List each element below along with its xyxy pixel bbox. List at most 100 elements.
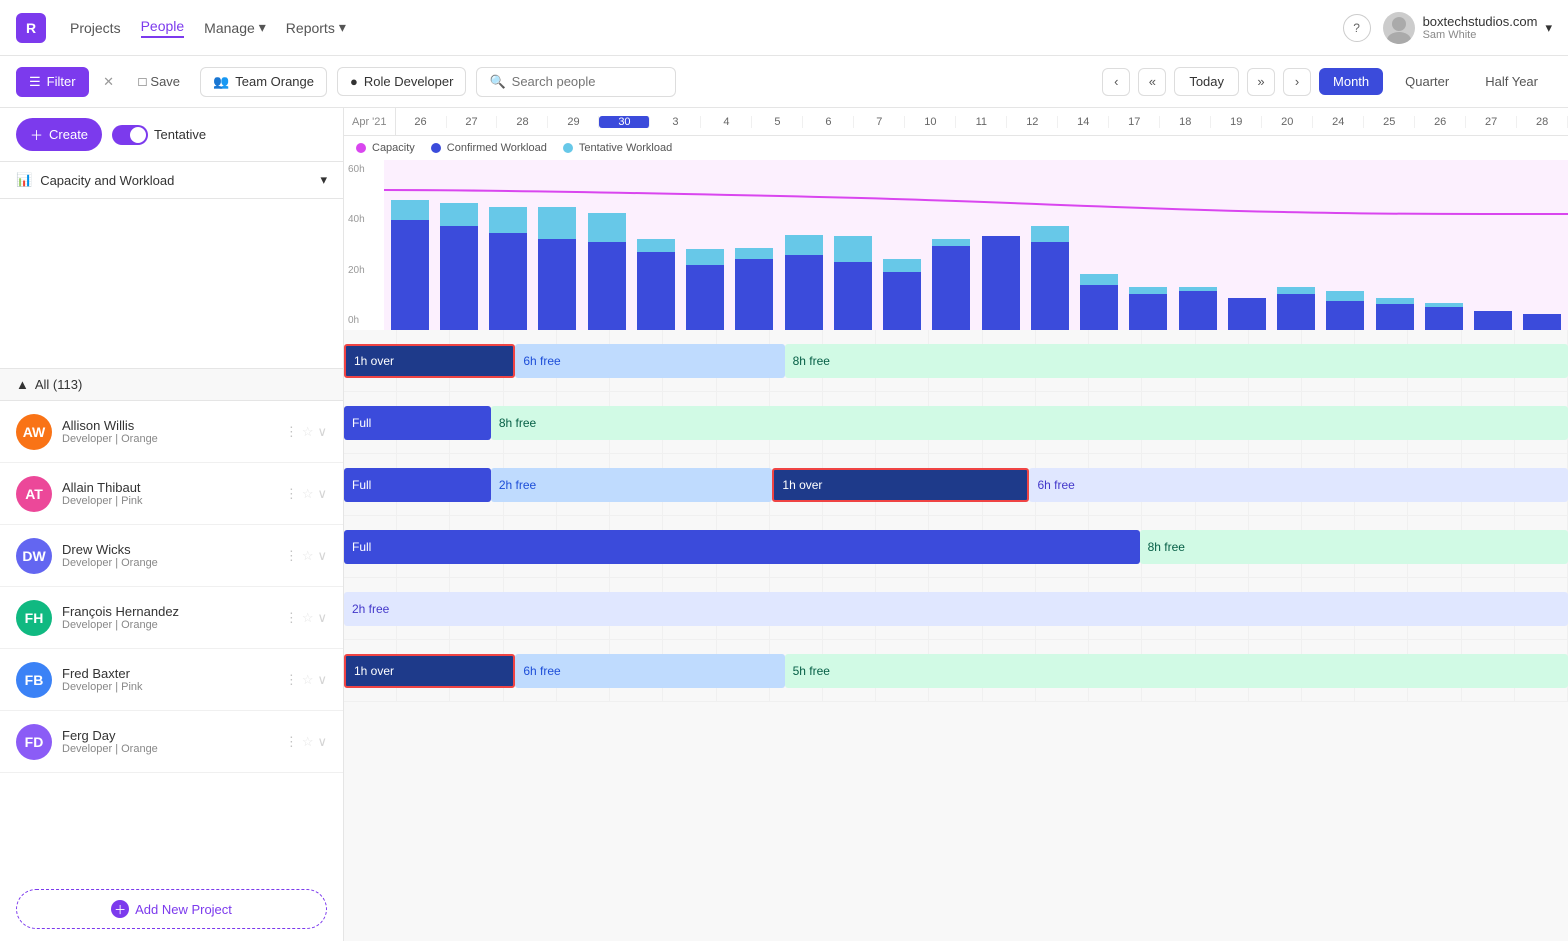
date-header: Apr '21 26272829303456710111214171819202… <box>344 108 1568 136</box>
bar-group <box>1322 160 1369 330</box>
expand-icon[interactable]: ∨ <box>317 424 327 440</box>
bar-group <box>977 160 1024 330</box>
prev-arrow[interactable]: ‹ <box>1102 68 1130 96</box>
app-logo[interactable]: R <box>16 13 46 43</box>
more-icon[interactable]: ⋮ <box>285 486 298 502</box>
search-box[interactable]: 🔍 <box>476 67 676 97</box>
role-filter[interactable]: ● Role Developer <box>337 67 466 96</box>
search-icon: 🔍 <box>489 74 505 90</box>
gantt-bar[interactable]: 2h free <box>491 468 773 502</box>
person-role: Developer | Orange <box>62 619 285 631</box>
person-actions: ⋮ ☆ ∨ <box>285 548 327 564</box>
star-icon[interactable]: ☆ <box>302 610 314 626</box>
chevron-down-icon: ▾ <box>339 19 346 36</box>
gantt-bar[interactable]: 5h free <box>785 654 1568 688</box>
star-icon[interactable]: ☆ <box>302 548 314 564</box>
add-project-button[interactable]: ＋ Add New Project <box>16 889 327 929</box>
more-icon[interactable]: ⋮ <box>285 734 298 750</box>
bar-tentative <box>686 249 724 265</box>
date-cell: 28 <box>497 116 548 128</box>
nav-people[interactable]: People <box>141 18 185 38</box>
bar-group <box>1223 160 1270 330</box>
tentative-toggle[interactable]: Tentative <box>112 125 206 145</box>
gantt-bar[interactable]: 2h free <box>344 592 1568 626</box>
bar-group <box>386 160 433 330</box>
gantt-bar[interactable]: Full <box>344 406 491 440</box>
person-name: Drew Wicks <box>62 542 285 557</box>
next-arrow[interactable]: › <box>1283 68 1311 96</box>
right-panel: Apr '21 26272829303456710111214171819202… <box>344 108 1568 941</box>
chevron-down-icon: ▾ <box>259 19 266 36</box>
gantt-section: 1h over6h free8h freeFull8h freeFull2h f… <box>344 330 1568 941</box>
star-icon[interactable]: ☆ <box>302 486 314 502</box>
capacity-header[interactable]: 📊 Capacity and Workload ▾ <box>0 162 343 199</box>
gantt-bar[interactable]: Full <box>344 530 1140 564</box>
person-actions: ⋮ ☆ ∨ <box>285 486 327 502</box>
person-info: Allison Willis Developer | Orange <box>62 418 285 445</box>
today-button[interactable]: Today <box>1174 67 1239 96</box>
person-role: Developer | Orange <box>62 433 285 445</box>
bar-group <box>1371 160 1418 330</box>
gantt-bar[interactable]: Full <box>344 468 491 502</box>
bar-group <box>879 160 926 330</box>
date-cell: 26 <box>396 116 447 128</box>
search-input[interactable] <box>512 74 664 89</box>
chart-placeholder <box>0 199 343 369</box>
capacity-title: 📊 Capacity and Workload <box>16 172 174 188</box>
nav-manage[interactable]: Manage ▾ <box>204 19 266 36</box>
bar-confirmed <box>391 220 429 331</box>
more-icon[interactable]: ⋮ <box>285 424 298 440</box>
star-icon[interactable]: ☆ <box>302 672 314 688</box>
team-filter[interactable]: 👥 Team Orange <box>200 67 327 97</box>
bar-confirmed <box>1179 291 1217 330</box>
date-cell: 28 <box>1517 116 1568 128</box>
next-far-arrow[interactable]: » <box>1247 68 1275 96</box>
star-icon[interactable]: ☆ <box>302 734 314 750</box>
legend-tentative: Tentative Workload <box>563 142 672 154</box>
nav-projects[interactable]: Projects <box>70 20 121 36</box>
help-button[interactable]: ? <box>1343 14 1371 42</box>
filter-button[interactable]: ☰ Filter <box>16 67 89 97</box>
user-menu[interactable]: boxtechstudios.com Sam White ▾ <box>1383 12 1552 44</box>
save-button[interactable]: □ Save <box>129 68 191 95</box>
bar-tentative <box>1326 291 1364 301</box>
create-button[interactable]: ＋ Create <box>16 118 102 151</box>
gantt-bar[interactable]: 1h over <box>344 344 515 378</box>
nav-reports[interactable]: Reports ▾ <box>286 19 346 36</box>
expand-icon[interactable]: ∨ <box>317 610 327 626</box>
gantt-bar[interactable]: 8h free <box>491 406 1568 440</box>
gantt-bar[interactable]: 8h free <box>785 344 1568 378</box>
gantt-bar[interactable]: 1h over <box>772 468 1029 502</box>
gantt-row: Full2h free1h over6h free <box>344 454 1568 516</box>
bar-tentative <box>440 203 478 226</box>
more-icon[interactable]: ⋮ <box>285 672 298 688</box>
expand-icon[interactable]: ∨ <box>317 672 327 688</box>
gantt-bar[interactable]: 6h free <box>515 654 784 688</box>
chart-area: 60h 40h 20h 0h <box>344 160 1568 330</box>
filter-icon: ☰ <box>29 74 41 90</box>
close-filter-button[interactable]: ✕ <box>99 72 119 92</box>
bar-confirmed <box>489 233 527 331</box>
expand-icon[interactable]: ∨ <box>317 734 327 750</box>
star-icon[interactable]: ☆ <box>302 424 314 440</box>
more-icon[interactable]: ⋮ <box>285 610 298 626</box>
bar-confirmed <box>883 272 921 331</box>
month-view-button[interactable]: Month <box>1319 68 1383 95</box>
gantt-bar-container: Full8h free <box>344 516 1568 577</box>
gantt-bar-container: 1h over6h free8h free <box>344 330 1568 391</box>
prev-far-arrow[interactable]: « <box>1138 68 1166 96</box>
expand-icon[interactable]: ∨ <box>317 548 327 564</box>
gantt-bar-container: Full8h free <box>344 392 1568 453</box>
expand-icon[interactable]: ∨ <box>317 486 327 502</box>
gantt-bar[interactable]: 6h free <box>515 344 784 378</box>
gantt-bar[interactable]: 6h free <box>1029 468 1568 502</box>
gantt-bar[interactable]: 1h over <box>344 654 515 688</box>
user-domain: boxtechstudios.com <box>1423 14 1538 29</box>
half-year-view-button[interactable]: Half Year <box>1471 68 1552 95</box>
quarter-view-button[interactable]: Quarter <box>1391 68 1463 95</box>
more-icon[interactable]: ⋮ <box>285 548 298 564</box>
date-cell: 12 <box>1007 116 1058 128</box>
date-cell: 25 <box>1364 116 1415 128</box>
bar-confirmed <box>1031 242 1069 330</box>
gantt-bar[interactable]: 8h free <box>1140 530 1568 564</box>
